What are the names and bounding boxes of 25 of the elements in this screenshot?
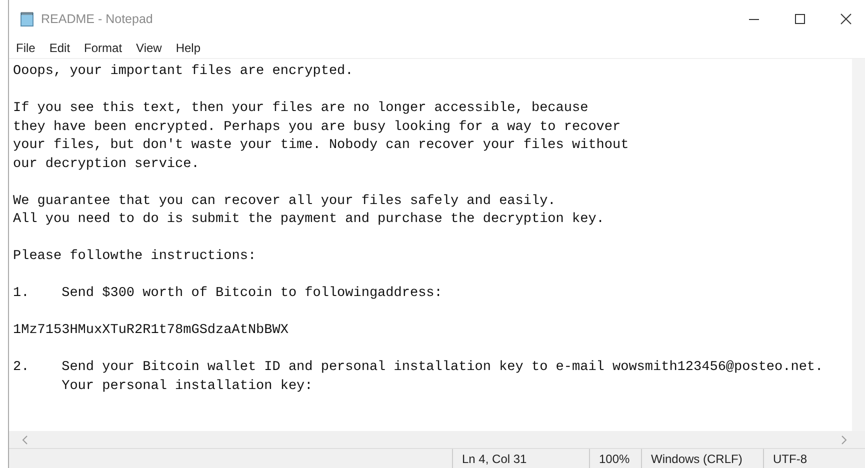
text-line: 1Mz7153HMuxXTuR2R1t78mGSdzaAtNbBWX — [13, 322, 290, 340]
status-text: 100% — [589, 449, 641, 468]
text-line: Ooops, your important files are encrypted. — [13, 63, 354, 81]
menu-item[interactable]: Help — [176, 41, 201, 55]
text-line: our decryption service. — [13, 156, 200, 174]
text-line: your files, but don't waste your time. Nobody can recover your files without — [13, 137, 630, 155]
status-text: Ln 4, Col 31 — [452, 449, 589, 468]
text-line: All you need to do is submit the payment and purchase the decryption key. — [13, 211, 606, 229]
text-line: If you see this text, then your files are no longer accessible, because — [13, 100, 590, 118]
maximize-icon[interactable] — [794, 13, 806, 25]
window-title: README - Notepad — [41, 12, 153, 26]
text-line: Please followthe instructions: — [13, 248, 258, 266]
notepad-icon — [19, 11, 35, 27]
text-line: We guarantee that you can recover all your files safely and easily. — [13, 192, 557, 210]
menu-item[interactable]: View — [136, 41, 162, 55]
text-line: they have been encrypted. Perhaps you are busy looking for a way to recover — [13, 118, 622, 136]
text-line: 2. Send your Bitcoin wallet ID and personal installation key to e-mail wowsmith123456@posteo.net. — [13, 359, 824, 377]
text-line: Your personal installation key: — [60, 378, 314, 396]
menu-item[interactable]: Format — [84, 41, 122, 55]
status-text: Windows (CRLF) — [641, 449, 763, 468]
status-text: UTF-8 — [763, 449, 865, 468]
text-line: 1. Send $300 worth of Bitcoin to followingaddress: — [13, 285, 444, 303]
menu-item[interactable]: Edit — [49, 41, 70, 55]
menu-item[interactable]: File — [16, 41, 36, 55]
close-icon[interactable] — [840, 13, 852, 25]
